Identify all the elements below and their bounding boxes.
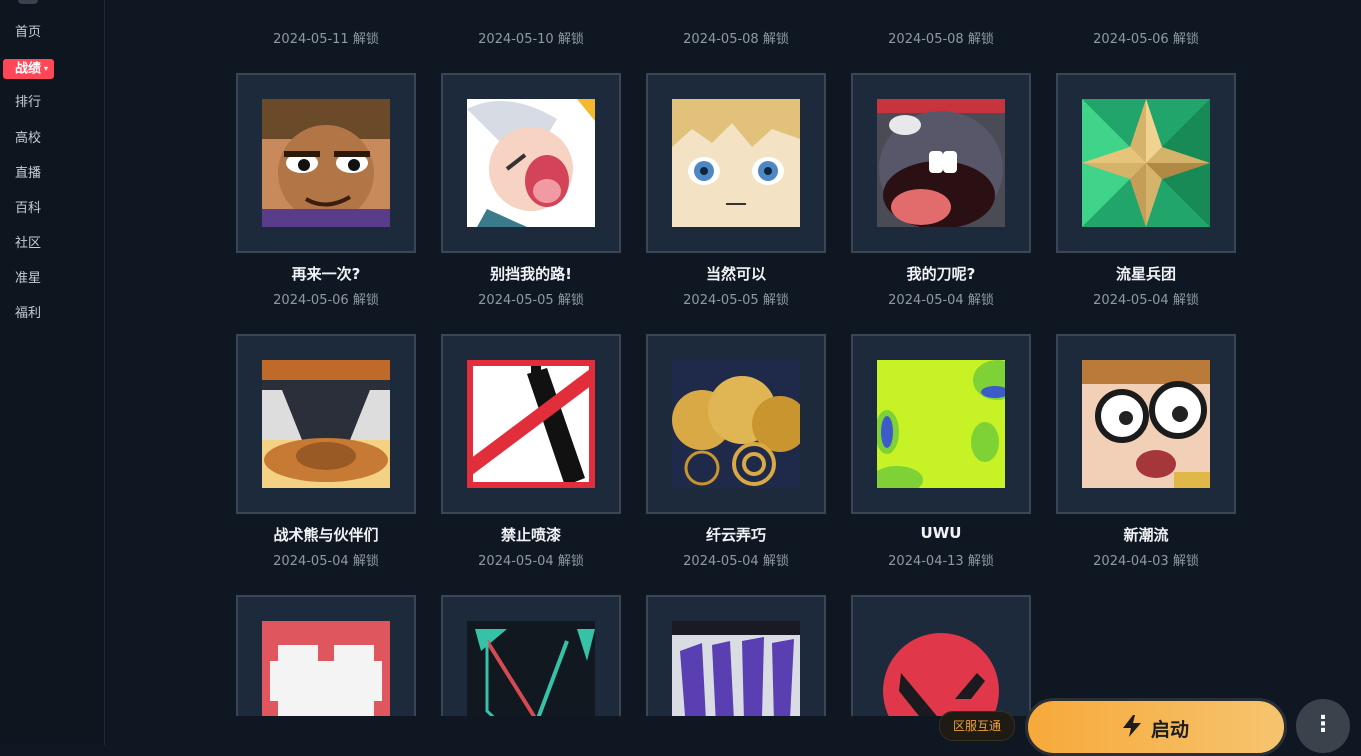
spray-image-crying xyxy=(467,99,595,227)
sidebar-item-college[interactable]: 高校 xyxy=(15,129,41,149)
unlock-date: 2024-05-05 解锁 xyxy=(683,293,789,308)
spray-image-anime-face xyxy=(672,99,800,227)
unlock-date: 2024-05-04 解锁 xyxy=(273,554,379,569)
chevron-down-icon: ▾ xyxy=(44,64,49,73)
more-icon: ⋮ xyxy=(1312,712,1334,737)
spray-title: 流星兵团 xyxy=(1115,265,1176,283)
spray-title: 战术熊与伙伴们 xyxy=(273,526,379,544)
sidebar-item-crosshair[interactable]: 准星 xyxy=(15,269,41,289)
sidebar-item-community[interactable]: 社区 xyxy=(15,234,41,254)
spray-title: UWU xyxy=(920,524,962,542)
spray-frame xyxy=(441,334,621,514)
unlock-date: 2024-05-06 解锁 xyxy=(273,293,379,308)
spray-grid: 2024-05-11 解锁 2024-05-10 解锁 2024-05-08 解… xyxy=(105,0,1361,745)
spray-title: 再来一次? xyxy=(291,265,361,283)
lightning-icon xyxy=(1122,715,1141,737)
spray-title: 新潮流 xyxy=(1123,526,1169,544)
sidebar-item-ranking[interactable]: 排行 xyxy=(15,93,41,113)
spray-frame xyxy=(851,334,1031,514)
unlock-date: 2024-05-04 解锁 xyxy=(683,554,789,569)
spray-frame xyxy=(1056,334,1236,514)
spray-frame xyxy=(236,73,416,253)
spray-image-clouds xyxy=(672,360,800,488)
launch-label: 启动 xyxy=(1150,719,1189,741)
spray-frame xyxy=(236,334,416,514)
region-interop-badge[interactable]: 区服互通 xyxy=(939,711,1015,741)
spray-image-duck xyxy=(262,360,390,488)
unlock-date: 2024-05-04 解锁 xyxy=(478,554,584,569)
sidebar: 首页 战绩 ▾ 排行 高校 直播 百科 社区 准星 福利 xyxy=(0,0,105,745)
spray-image-no-spray xyxy=(467,360,595,488)
unlock-date: 2024-05-06 解锁 xyxy=(1093,32,1199,47)
spray-image-star xyxy=(1082,99,1210,227)
unlock-date: 2024-05-04 解锁 xyxy=(888,293,994,308)
spray-title: 我的刀呢? xyxy=(906,265,976,283)
spray-frame xyxy=(1056,73,1236,253)
spray-title: 纤云弄巧 xyxy=(705,526,766,544)
spray-frame xyxy=(646,73,826,253)
sidebar-item-wiki[interactable]: 百科 xyxy=(15,199,41,219)
spray-title: 别挡我的路! xyxy=(490,265,572,283)
unlock-date: 2024-05-10 解锁 xyxy=(478,32,584,47)
unlock-date: 2024-05-11 解锁 xyxy=(273,32,379,47)
unlock-date: 2024-05-05 解锁 xyxy=(478,293,584,308)
unlock-date: 2024-05-04 解锁 xyxy=(1093,293,1199,308)
spray-frame xyxy=(851,73,1031,253)
spray-title: 禁止喷漆 xyxy=(500,526,561,544)
unlock-date: 2024-04-03 解锁 xyxy=(1093,554,1199,569)
spray-image-face xyxy=(262,99,390,227)
spray-image-screaming xyxy=(877,99,1005,227)
unlock-date: 2024-05-08 解锁 xyxy=(888,32,994,47)
unlock-date: 2024-05-08 解锁 xyxy=(683,32,789,47)
sidebar-item-rewards[interactable]: 福利 xyxy=(15,304,41,324)
spray-image-glasses xyxy=(1082,360,1210,488)
launch-button[interactable]: 启动 xyxy=(1025,698,1287,756)
sidebar-item-home[interactable]: 首页 xyxy=(15,23,41,43)
sidebar-top-icon[interactable] xyxy=(18,0,38,4)
sidebar-item-record[interactable]: 战绩 ▾ xyxy=(3,59,55,79)
spray-frame xyxy=(646,334,826,514)
spray-title: 当然可以 xyxy=(705,265,766,283)
sidebar-item-live[interactable]: 直播 xyxy=(15,164,41,184)
spray-frame xyxy=(441,73,621,253)
unlock-date: 2024-04-13 解锁 xyxy=(888,554,994,569)
spray-image-uwu xyxy=(877,360,1005,488)
